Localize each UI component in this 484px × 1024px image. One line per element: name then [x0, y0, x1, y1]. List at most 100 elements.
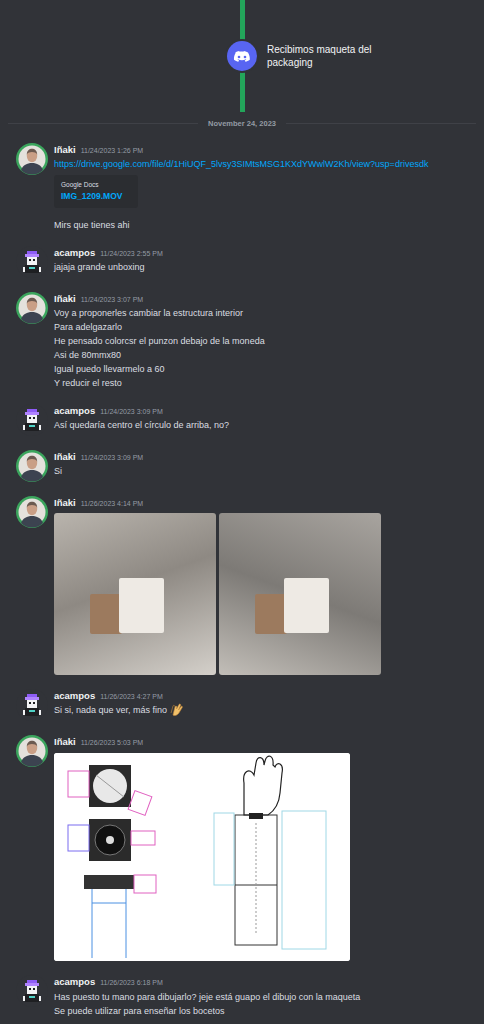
message-time: 11/26/2023 4:27 PM [100, 692, 163, 703]
channel-event: Recibimos maqueta del packaging [0, 0, 484, 112]
user-photo-icon [16, 735, 48, 767]
author-name[interactable]: acampos [54, 689, 95, 703]
message-header: acampos 11/26/2023 6:18 PM [54, 975, 474, 989]
embed-provider: Google Docs [61, 180, 131, 190]
message-body: Iñaki 11/26/2023 5:03 PM [54, 735, 474, 961]
user-photo-icon [16, 143, 48, 175]
message-body: Iñaki 11/24/2023 1:26 PMhttps://drive.goo… [54, 143, 474, 231]
message-line: Voy a proponerles cambiar la estructura … [54, 306, 474, 320]
author-name[interactable]: Iñaki [54, 735, 76, 749]
message-body: acampos 11/26/2023 4:27 PM Si si, nada que… [54, 689, 474, 721]
clap-emoji-icon [170, 703, 183, 716]
message-body: Iñaki11/24/2023 3:07 PM Voy a proponerles… [54, 292, 474, 390]
divider-date: November 24, 2023 [208, 118, 276, 129]
pixel-avatar-icon [16, 975, 48, 1007]
line-text: Para adelgazarlo [54, 322, 122, 332]
message-body: Iñaki 11/24/2023 3:09 PM Si [54, 450, 474, 482]
photo-gallery [54, 513, 474, 675]
discord-icon [232, 48, 252, 64]
discord-badge [227, 41, 257, 71]
message-text: Mirs que tienes ahi [54, 218, 474, 232]
message-text: Si si, nada que ver, más fino [54, 703, 474, 717]
message-header: acampos 11/24/2023 3:09 PM [54, 404, 474, 418]
message-header: acampos 11/26/2023 4:27 PM [54, 689, 474, 703]
divider-line [286, 123, 476, 124]
author-name[interactable]: Iñaki [54, 496, 76, 510]
message-body: acampos11/24/2023 2:55 PM jajaja grande u… [54, 246, 474, 278]
message-text: Voy a proponerles cambiar la estructura … [54, 306, 474, 390]
user-photo-icon [16, 496, 48, 528]
message-time: 11/24/2023 3:09 PM [81, 453, 144, 464]
message-text: Si [54, 464, 474, 478]
author-name[interactable]: Iñaki [54, 292, 76, 306]
message-line: jajaja grande unboxing [54, 260, 474, 274]
line-text: Si si, nada que ver, más fino [54, 705, 167, 715]
message-text: Así quedaría centro el círculo de arriba… [54, 418, 474, 432]
pixel-avatar-icon [16, 246, 48, 278]
message-time: 11/24/2023 3:09 PM [100, 407, 163, 418]
line-text: jajaja grande unboxing [54, 262, 145, 272]
line-text: Si [54, 466, 62, 476]
line-text: Igual puedo llevarmelo a 60 [54, 364, 165, 374]
message-line: Has puesto tu mano para dibujarlo? jeje … [54, 990, 474, 1004]
message-line: He pensado colorcsr el punzon debajo de … [54, 334, 474, 348]
message-text: Has puesto tu mano para dibujarlo? jeje … [54, 990, 474, 1018]
drive-link[interactable]: https://drive.google.com/file/d/1HiUQF_5… [54, 158, 474, 171]
box-shape [119, 578, 164, 633]
message-body: Iñaki 11/26/2023 4:14 PM [54, 496, 474, 675]
pixel-avatar-icon [16, 404, 48, 436]
box-shape [90, 594, 122, 634]
chat-message: acampos 11/26/2023 6:18 PM Has puesto tu m… [0, 971, 484, 1021]
line-text: Mirs que tienes ahi [54, 220, 130, 230]
photo[interactable] [219, 513, 381, 675]
pixel-avatar-icon [16, 689, 48, 721]
message-header: Iñaki11/24/2023 3:07 PM [54, 292, 474, 306]
message-body: acampos 11/26/2023 6:18 PM Has puesto tu m… [54, 975, 474, 1017]
message-time: 11/26/2023 6:18 PM [100, 978, 163, 989]
message-line: Así quedaría centro el círculo de arriba… [54, 418, 474, 432]
embed-title[interactable]: IMG_1209.MOV [61, 190, 131, 202]
author-name[interactable]: Iñaki [54, 450, 76, 464]
line-text: He pensado colorcsr el punzon debajo de … [54, 336, 265, 346]
message-body: acampos 11/24/2023 3:09 PM Así quedaría ce… [54, 404, 474, 436]
chat-message: Iñaki 11/26/2023 4:14 PM [0, 492, 484, 679]
user-photo-icon [16, 450, 48, 482]
line-text: Así quedaría centro el círculo de arriba… [54, 420, 229, 430]
message-header: acampos11/24/2023 2:55 PM [54, 246, 474, 260]
message-time: 11/24/2023 1:26 PM [81, 146, 144, 157]
message-text: jajaja grande unboxing [54, 260, 474, 274]
event-label: Recibimos maqueta del packaging [259, 43, 379, 69]
author-name[interactable]: Iñaki [54, 143, 76, 157]
line-text: Y reducir el resto [54, 378, 122, 388]
author-name[interactable]: acampos [54, 246, 95, 260]
box-shape [255, 594, 287, 634]
author-name[interactable]: acampos [54, 404, 95, 418]
line-text: Se puede utilizar para enseñar los bocet… [54, 1006, 225, 1016]
box-shape [284, 578, 329, 633]
photo[interactable] [54, 513, 216, 675]
chat-message: acampos 11/24/2023 3:09 PM Así quedaría ce… [0, 400, 484, 440]
message-header: Iñaki 11/26/2023 5:03 PM [54, 735, 474, 749]
message-line: Asi de 80mmx80 [54, 348, 474, 362]
chat-message: acampos11/24/2023 2:55 PM jajaja grande u… [0, 242, 484, 282]
link-embed[interactable]: Google DocsIMG_1209.MOV [54, 175, 138, 208]
user-photo-icon [16, 292, 48, 324]
line-text: Voy a proponerles cambiar la estructura … [54, 308, 243, 318]
chat-message: Iñaki 11/24/2023 1:26 PMhttps://drive.goo… [0, 139, 484, 235]
message-header: Iñaki 11/24/2023 1:26 PM [54, 143, 474, 157]
technical-drawing[interactable] [54, 753, 350, 961]
chat-message: Iñaki 11/24/2023 3:09 PM Si [0, 446, 484, 486]
message-time: 11/26/2023 5:03 PM [81, 738, 144, 749]
message-time: 11/26/2023 4:14 PM [81, 499, 144, 510]
line-text: Has puesto tu mano para dibujarlo? jeje … [54, 992, 360, 1002]
message-line: Si [54, 464, 474, 478]
chat-message: Iñaki 11/26/2023 5:03 PM [0, 731, 484, 965]
message-line: Y reducir el resto [54, 376, 474, 390]
message-line: Si si, nada que ver, más fino [54, 703, 474, 717]
event-icon-holder [225, 39, 259, 73]
packaging-sketch-icon [54, 753, 350, 961]
message-line: Mirs que tienes ahi [54, 218, 474, 232]
author-name[interactable]: acampos [54, 975, 95, 989]
message-line: Se puede utilizar para enseñar los bocet… [54, 1004, 474, 1018]
divider-line [8, 123, 198, 124]
